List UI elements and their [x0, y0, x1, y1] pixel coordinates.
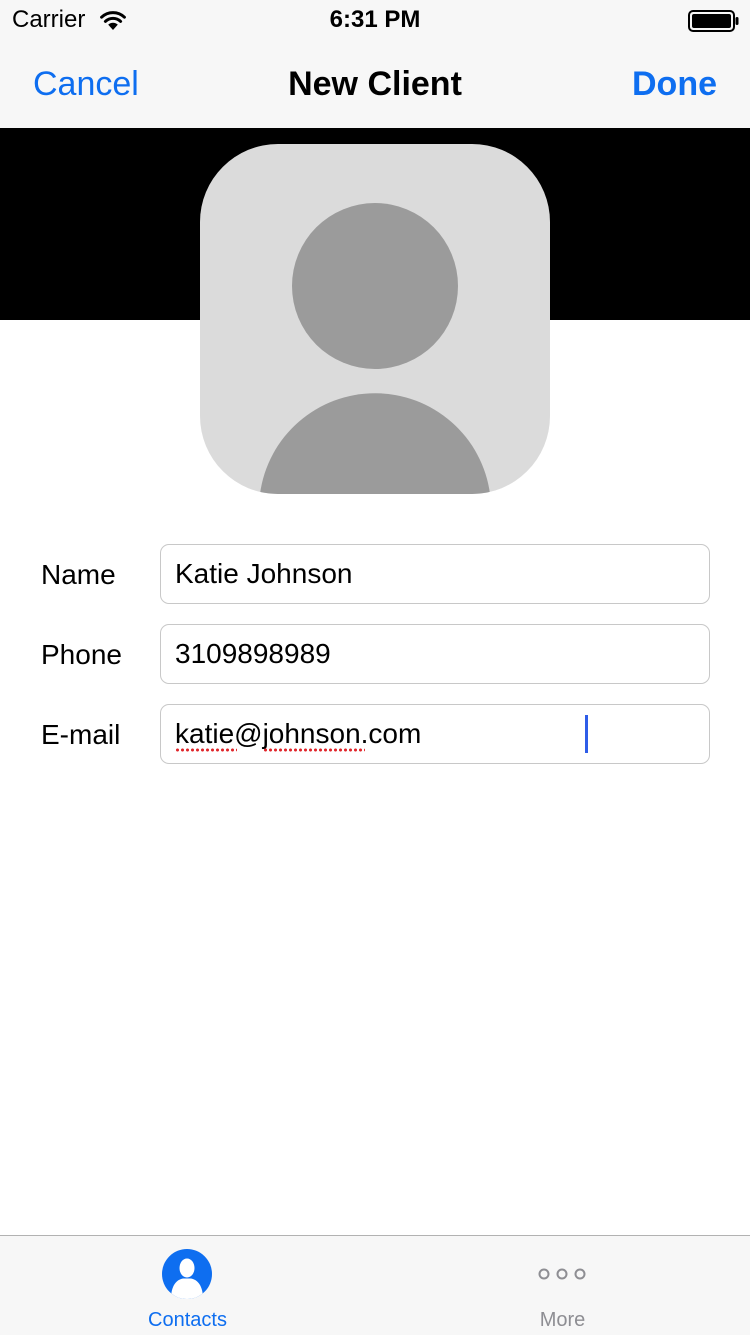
tab-more-label: More — [539, 1309, 586, 1331]
done-button[interactable]: Done — [632, 64, 717, 104]
navigation-bar: Cancel New Client Done — [0, 40, 750, 128]
text-cursor — [585, 715, 588, 753]
phone-label: Phone — [41, 639, 122, 670]
name-label: Name — [41, 559, 116, 590]
status-bar: Carrier 6:31 PM — [0, 0, 750, 40]
name-row: Name Katie Johnson — [0, 544, 750, 604]
email-label: E-mail — [41, 719, 121, 750]
email-field[interactable]: katie@johnson.com — [160, 704, 710, 764]
avatar-picker[interactable] — [200, 144, 550, 494]
name-field-value: Katie Johnson — [175, 558, 353, 589]
phone-row: Phone 3109898989 — [0, 624, 750, 684]
name-field[interactable]: Katie Johnson — [160, 544, 710, 604]
tab-contacts[interactable]: Contacts — [0, 1236, 375, 1335]
email-row: E-mail katie@johnson.com — [0, 704, 750, 764]
status-time: 6:31 PM — [329, 6, 421, 33]
person-circle-icon — [162, 1249, 212, 1299]
phone-field-value: 3109898989 — [175, 638, 331, 669]
tab-more[interactable]: More — [375, 1236, 750, 1335]
tab-contacts-label: Contacts — [148, 1309, 227, 1331]
phone-field[interactable]: 3109898989 — [160, 624, 710, 684]
tab-bar: Contacts More — [0, 1235, 750, 1335]
more-dots-icon — [537, 1249, 587, 1299]
spellcheck-underline — [175, 748, 237, 752]
person-placeholder-icon — [260, 203, 490, 494]
spellcheck-underline — [263, 748, 365, 752]
battery-icon — [688, 10, 740, 32]
